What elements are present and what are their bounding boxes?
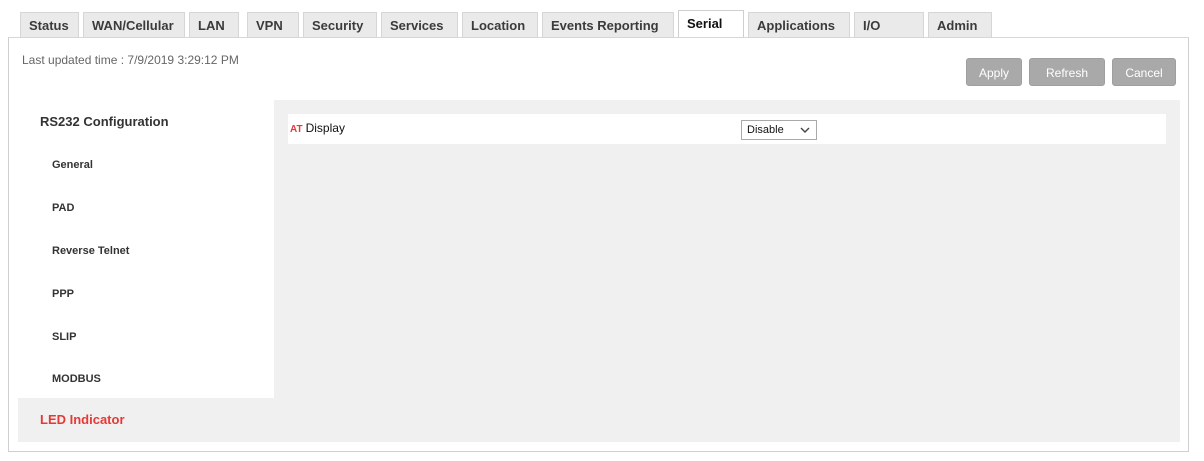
sidebar: RS232 Configuration General PAD Reverse …: [18, 100, 274, 442]
sidebar-item-ppp[interactable]: PPP: [18, 273, 274, 316]
display-label-group: AT Display: [290, 121, 345, 135]
tab-io[interactable]: I/O: [854, 12, 924, 38]
content-panel: AT Display Disable: [274, 100, 1180, 442]
at-command-icon: AT: [290, 124, 303, 135]
sidebar-item-modbus[interactable]: MODBUS: [18, 358, 274, 401]
chevron-down-icon: [800, 121, 810, 146]
display-label: Display: [305, 121, 345, 135]
tab-location[interactable]: Location: [462, 12, 538, 38]
tab-security[interactable]: Security: [303, 12, 377, 38]
sidebar-item-reverse-telnet[interactable]: Reverse Telnet: [18, 230, 274, 273]
sidebar-item-slip[interactable]: SLIP: [18, 316, 274, 359]
tab-events-reporting[interactable]: Events Reporting: [542, 12, 674, 38]
display-setting-row: AT Display Disable: [288, 114, 1166, 144]
apply-button[interactable]: Apply: [966, 58, 1022, 86]
cancel-button[interactable]: Cancel: [1112, 58, 1176, 86]
tab-wan-cellular[interactable]: WAN/Cellular: [83, 12, 185, 38]
main-tab-bar: Status WAN/Cellular LAN VPN Security Ser…: [20, 10, 996, 38]
display-select-value: Disable: [747, 124, 784, 136]
sidebar-item-pad[interactable]: PAD: [18, 187, 274, 230]
tab-lan[interactable]: LAN: [189, 12, 239, 38]
tab-vpn[interactable]: VPN: [247, 12, 299, 38]
tab-services[interactable]: Services: [381, 12, 458, 38]
sidebar-item-general[interactable]: General: [18, 144, 274, 187]
last-updated-text: Last updated time : 7/9/2019 3:29:12 PM: [22, 53, 239, 67]
display-select[interactable]: Disable: [741, 120, 817, 140]
tab-applications[interactable]: Applications: [748, 12, 850, 38]
sidebar-item-led-indicator[interactable]: LED Indicator: [18, 398, 274, 442]
tab-serial[interactable]: Serial: [678, 10, 744, 38]
refresh-button[interactable]: Refresh: [1029, 58, 1105, 86]
tab-admin[interactable]: Admin: [928, 12, 992, 38]
sidebar-section-rs232-configuration[interactable]: RS232 Configuration: [18, 100, 274, 144]
tab-status[interactable]: Status: [20, 12, 79, 38]
